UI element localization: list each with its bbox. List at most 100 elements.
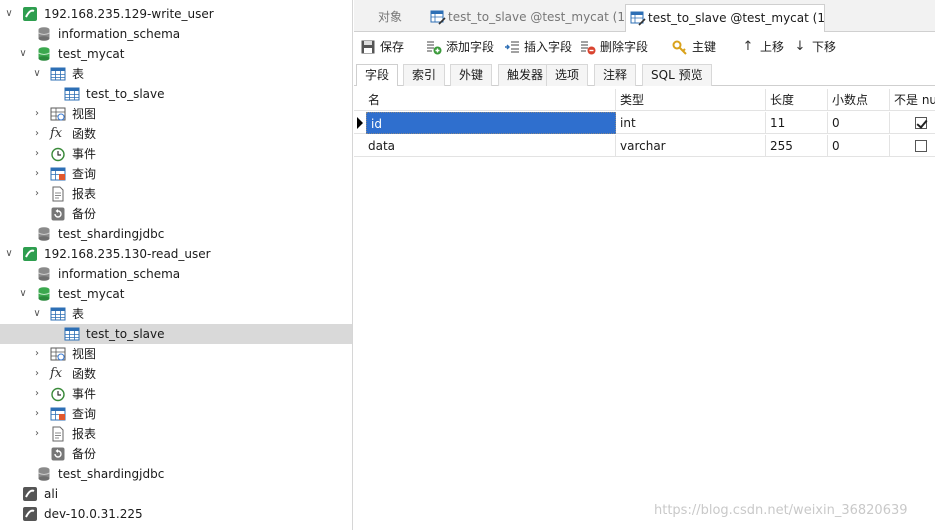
tab-foreign-keys[interactable]: 外键 <box>450 64 493 86</box>
grid-header: 名 类型 长度 小数点 不是 null <box>354 89 935 111</box>
chevron-down-icon[interactable]: ∨ <box>18 284 28 304</box>
cell-not-null <box>890 112 935 134</box>
cell-length[interactable]: 255 <box>766 135 828 157</box>
tree-item-connection-ali[interactable]: ali <box>0 484 352 504</box>
tree-item-views[interactable]: › 视图 <box>0 104 352 124</box>
backups-icon <box>51 207 65 221</box>
chevron-right-icon[interactable]: › <box>32 184 42 204</box>
chevron-right-icon[interactable]: › <box>32 344 42 364</box>
add-field-label: 添加字段 <box>446 40 495 54</box>
tree-item-events[interactable]: › 事件 <box>0 144 352 164</box>
chevron-down-icon[interactable]: ∨ <box>32 64 42 84</box>
tree-item-events[interactable]: › 事件 <box>0 384 352 404</box>
chevron-right-icon[interactable]: › <box>32 104 42 124</box>
cell-name[interactable]: id <box>366 112 616 134</box>
cell-decimals[interactable]: 0 <box>828 135 890 157</box>
tree-item-database[interactable]: ∨ test_mycat <box>0 284 352 304</box>
queries-icon <box>50 407 66 421</box>
chevron-right-icon[interactable]: › <box>32 124 42 144</box>
cell-type[interactable]: varchar <box>616 135 766 157</box>
column-header-name[interactable]: 名 <box>364 89 616 111</box>
tree-item-connection-130[interactable]: ∨ 192.168.235.130-read_user <box>0 244 352 264</box>
tab-sql-preview[interactable]: SQL 预览 <box>642 64 712 86</box>
chevron-down-icon[interactable]: ∨ <box>4 244 14 264</box>
tree-item-label: test_shardingjdbc <box>58 467 165 481</box>
tree-item-database[interactable]: information_schema <box>0 264 352 284</box>
chevron-down-icon[interactable]: ∨ <box>32 304 42 324</box>
tab-label: 外键 <box>459 68 484 82</box>
insert-field-button[interactable]: 插入字段 <box>504 37 572 57</box>
header-label: 名 <box>368 93 381 107</box>
chevron-right-icon[interactable]: › <box>32 364 42 384</box>
tree-item-views[interactable]: › 视图 <box>0 344 352 364</box>
tree-item-label: dev-10.0.31.225 <box>44 507 143 521</box>
not-null-checkbox[interactable] <box>915 117 927 129</box>
tree-item-label: test_mycat <box>58 287 125 301</box>
add-field-button[interactable]: 添加字段 <box>426 37 494 57</box>
tree-item-backups[interactable]: 备份 <box>0 444 352 464</box>
tree-item-database[interactable]: test_shardingjdbc <box>0 464 352 484</box>
add-field-icon <box>427 41 442 55</box>
cell-type[interactable]: int <box>616 112 766 134</box>
navigation-tree[interactable]: ∨ 192.168.235.129-write_user information… <box>0 0 353 530</box>
tab-fields[interactable]: 字段 <box>356 64 399 86</box>
tab-options[interactable]: 选项 <box>546 64 589 86</box>
tab-comments[interactable]: 注释 <box>594 64 637 86</box>
table-row[interactable]: data varchar 255 0 <box>354 135 935 157</box>
tree-item-connection-dev[interactable]: dev-10.0.31.225 <box>0 504 352 524</box>
database-icon <box>38 467 50 481</box>
database-icon <box>38 267 50 281</box>
tree-item-label: 备份 <box>72 207 97 221</box>
primary-key-label: 主键 <box>692 40 717 54</box>
tab-indexes[interactable]: 索引 <box>403 64 446 86</box>
tree-item-database[interactable]: test_shardingjdbc <box>0 224 352 244</box>
fields-grid[interactable]: 名 类型 长度 小数点 不是 null id int 11 0 data var… <box>354 89 935 159</box>
tab-table-design-2[interactable]: test_to_slave @test_mycat (1... <box>625 4 825 32</box>
tab-objects[interactable]: 对象 <box>354 4 426 32</box>
tab-triggers[interactable]: 触发器 <box>498 64 553 86</box>
chevron-right-icon[interactable]: › <box>32 144 42 164</box>
tree-item-reports[interactable]: › 报表 <box>0 424 352 444</box>
move-up-label: 上移 <box>760 40 785 54</box>
tree-item-backups[interactable]: 备份 <box>0 204 352 224</box>
tree-item-table[interactable]: test_to_slave <box>0 84 352 104</box>
tree-item-tables-folder[interactable]: ∨ 表 <box>0 304 352 324</box>
tree-item-connection-129[interactable]: ∨ 192.168.235.129-write_user <box>0 4 352 24</box>
column-header-not-null[interactable]: 不是 null <box>890 89 935 111</box>
chevron-right-icon[interactable]: › <box>32 164 42 184</box>
column-header-length[interactable]: 长度 <box>766 89 828 111</box>
tree-item-database[interactable]: information_schema <box>0 24 352 44</box>
delete-field-button[interactable]: 删除字段 <box>580 37 648 57</box>
tree-item-table-selected[interactable]: test_to_slave <box>0 324 352 344</box>
column-header-type[interactable]: 类型 <box>616 89 766 111</box>
tree-item-label: 查询 <box>72 407 97 421</box>
chevron-down-icon[interactable]: ∨ <box>18 44 28 64</box>
tree-item-functions[interactable]: › fx 函数 <box>0 364 352 384</box>
cell-length[interactable]: 11 <box>766 112 828 134</box>
tree-item-queries[interactable]: › 查询 <box>0 404 352 424</box>
primary-key-button[interactable]: 主键 <box>672 37 716 57</box>
tree-item-label: 报表 <box>72 427 97 441</box>
save-button[interactable]: 保存 <box>360 37 404 57</box>
move-down-label: 下移 <box>812 40 837 54</box>
cell-name[interactable]: data <box>364 135 616 157</box>
tree-item-reports[interactable]: › 报表 <box>0 184 352 204</box>
move-down-button[interactable]: ↓ 下移 <box>792 37 836 57</box>
tree-item-tables-folder[interactable]: ∨ 表 <box>0 64 352 84</box>
header-label: 小数点 <box>832 93 869 107</box>
database-icon <box>38 27 50 41</box>
chevron-right-icon[interactable]: › <box>32 424 42 444</box>
tree-item-database[interactable]: ∨ test_mycat <box>0 44 352 64</box>
cell-decimals[interactable]: 0 <box>828 112 890 134</box>
chevron-down-icon[interactable]: ∨ <box>4 4 14 24</box>
column-header-decimals[interactable]: 小数点 <box>828 89 890 111</box>
tree-item-functions[interactable]: › fx 函数 <box>0 124 352 144</box>
chevron-right-icon[interactable]: › <box>32 384 42 404</box>
table-row[interactable]: id int 11 0 <box>354 112 935 134</box>
tree-item-queries[interactable]: › 查询 <box>0 164 352 184</box>
move-up-button[interactable]: ↑ 上移 <box>740 37 784 57</box>
tab-label: SQL 预览 <box>651 68 703 82</box>
not-null-checkbox[interactable] <box>915 140 927 152</box>
chevron-right-icon[interactable]: › <box>32 404 42 424</box>
tab-table-design-1[interactable]: test_to_slave @test_mycat (1... <box>426 4 624 32</box>
